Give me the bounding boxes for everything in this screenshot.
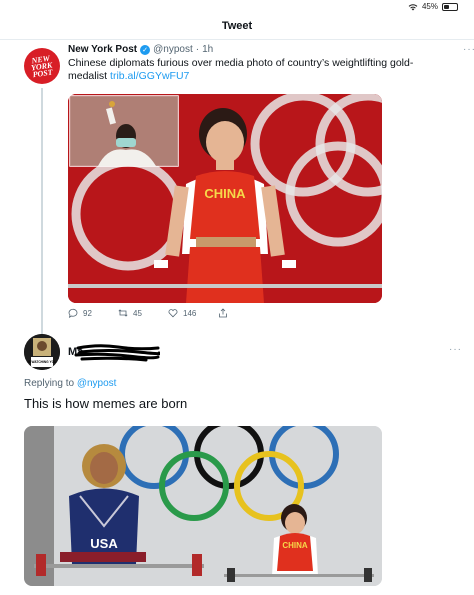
replying-to: Replying to @nypost [24,378,116,389]
avatar-caption: IS WATCHING YOU [28,360,57,364]
reply-count: 92 [83,308,92,318]
more-options-icon[interactable]: ··· [463,44,474,55]
replying-handle[interactable]: @nypost [77,378,117,389]
china-text: CHINA [282,541,308,550]
avatar-image: IS WATCHING YOU [24,334,60,370]
share-icon [219,308,227,318]
usa-text: USA [90,536,118,551]
tweet-author-row: New York Post ✓ @nypost · 1h [68,44,426,55]
page-title: Tweet [221,20,253,32]
verified-icon: ✓ [140,44,151,55]
tweet-link[interactable]: trib.al/GGYwFU7 [110,70,189,82]
battery-fill [444,4,449,9]
separator-dot: · [195,44,200,55]
jersey-text: CHINA [204,186,246,201]
tweet-body: New York Post ✓ @nypost · 1h ··· Chinese… [68,44,474,318]
avatar[interactable]: NEW YORK POST [24,48,60,84]
tweet-text: Chinese diplomats furious over media pho… [68,57,426,83]
battery-percent: 45% [421,2,438,11]
retweet-button[interactable]: 45 [118,308,168,318]
wifi-icon [408,3,418,10]
reply-media-image[interactable]: USA CHINA [24,426,382,586]
nyp-logo: NEW YORK POST [30,53,54,79]
retweet-count: 45 [133,308,142,318]
status-bar: 45% [0,0,474,12]
reply-text: This is how memes are born [24,396,188,411]
battery-icon [442,2,458,11]
tweet-time[interactable]: 1h [202,44,213,55]
reply-icon [68,308,78,318]
like-button[interactable]: 146 [168,308,218,318]
page-header: Tweet [0,14,474,40]
reply-more-options-icon[interactable]: ··· [449,344,462,355]
thread-line [41,88,43,370]
reply-avatar[interactable]: IS WATCHING YOU [24,334,60,370]
reply-button[interactable]: 92 [68,308,118,318]
like-count: 146 [183,308,197,318]
author-name[interactable]: New York Post [68,44,137,55]
status-indicators: 45% [408,2,458,11]
tweet-media-image[interactable]: CHINA [68,94,382,303]
replying-prefix: Replying to [24,378,75,389]
share-button[interactable] [218,308,268,318]
author-handle[interactable]: @nypost [153,44,193,55]
weightlifter-photo: CHINA [68,94,382,303]
meme-photo: USA CHINA [24,426,382,586]
redaction-scribble [74,344,160,362]
tweet-actions: 92 45 146 [68,308,268,318]
heart-icon [168,309,178,318]
retweet-icon [118,309,128,317]
